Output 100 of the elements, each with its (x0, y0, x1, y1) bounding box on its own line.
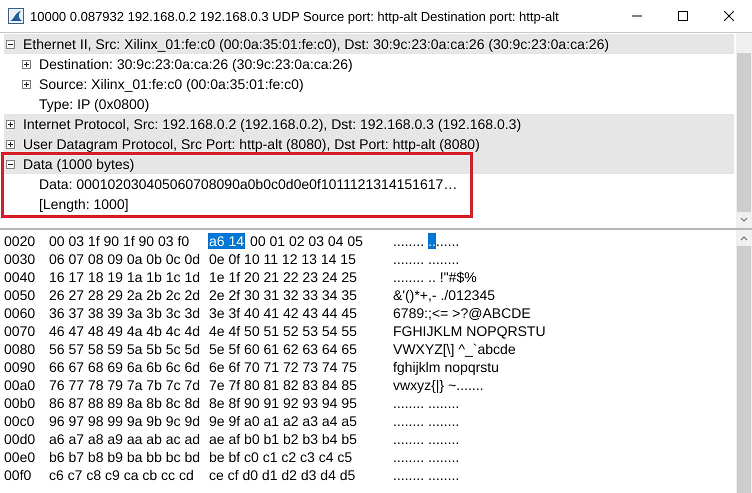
hex-bytes: 46 47 48 49 4a 4b 4c 4d (48, 323, 202, 339)
hex-bytes: 2e 2f 30 31 32 33 34 35 (208, 287, 358, 303)
offset-label: 0020 (4, 233, 36, 249)
collapse-icon[interactable] (6, 160, 15, 168)
tree-item[interactable]: Type: IP (0x0800) (4, 94, 734, 114)
ascii-text: .. (428, 233, 436, 249)
ascii-text: ........ (428, 449, 460, 465)
offset-label: 00a0 (4, 377, 36, 393)
hex-bytes: 36 37 38 39 3a 3b 3c 3d (48, 305, 202, 321)
tree-item-label: Type: IP (0x0800) (38, 96, 150, 112)
offset-label: 0090 (4, 359, 36, 375)
offset-label: 0060 (4, 305, 36, 321)
offset-label: 0040 (4, 269, 36, 285)
scrollbar-thumb[interactable] (737, 53, 751, 212)
hex-bytes: 00 01 02 03 04 05 (249, 233, 364, 249)
offset-label: 00b0 (4, 395, 36, 411)
tree-item-label: Data (1000 bytes) (22, 156, 134, 172)
ascii-text: ./012345 (440, 287, 496, 303)
hex-bytes: 3e 3f 40 41 42 43 44 45 (208, 305, 358, 321)
ascii-text: ........ (393, 449, 424, 465)
ascii-text: nopqrstu (444, 359, 499, 375)
tree-item-label: Data: 000102030405060708090a0b0c0d0e0f1011121314151617… (38, 176, 458, 192)
ascii-text: ...... (436, 233, 460, 249)
offset-label: 0030 (4, 251, 36, 267)
ascii-text: ........ (393, 233, 424, 249)
ascii-text: ........ (393, 395, 424, 411)
ascii-text: ........ (428, 251, 460, 267)
ascii-text: VWXYZ[\] (393, 341, 454, 357)
ascii-text: ........ (393, 431, 424, 447)
expand-icon[interactable] (22, 60, 31, 68)
hex-bytes: ce cf d0 d1 d2 d3 d4 d5 (208, 467, 356, 483)
ascii-text: ........ (393, 467, 424, 483)
ascii-text: 6789:;<= (393, 305, 448, 321)
offset-label: 00f0 (4, 467, 32, 483)
hex-bytes: 96 97 98 99 9a 9b 9c 9d (48, 413, 202, 429)
ascii-text: vwxyz{|} (393, 377, 444, 393)
tree-item-label: Ethernet II, Src: Xilinx_01:fe:c0 (00:0a:35:01:fe:c0), Dst: 30:9c:23:0a:ca:26 (30:9c:23:0a:ca:26) (22, 36, 610, 52)
offset-label: 00d0 (4, 431, 36, 447)
offset-label: 00e0 (4, 449, 36, 465)
collapse-icon[interactable] (6, 40, 15, 48)
tree-item[interactable]: Data: 000102030405060708090a0b0c0d0e0f1011121314151617… (4, 174, 734, 194)
ascii-text: ........ (428, 413, 460, 429)
hex-bytes: 5e 5f 60 61 62 63 64 65 (208, 341, 358, 357)
hex-bytes: 76 77 78 79 7a 7b 7c 7d (48, 377, 202, 393)
hex-bytes: ae af b0 b1 b2 b3 b4 b5 (208, 431, 358, 447)
hex-bytes: 9e 9f a0 a1 a2 a3 a4 a5 (208, 413, 358, 429)
ascii-text: ........ (428, 395, 460, 411)
ascii-text: ........ (393, 269, 424, 285)
hex-bytes: 26 27 28 29 2a 2b 2c 2d (48, 287, 202, 303)
ascii-text: FGHIJKLM (393, 323, 462, 339)
tree-item[interactable]: Ethernet II, Src: Xilinx_01:fe:c0 (00:0a:35:01:fe:c0), Dst: 30:9c:23:0a:ca:26 (30:9c:23:0a:ca:26) (4, 34, 734, 54)
tree-item-label: Source: Xilinx_01:fe:c0 (00:0a:35:01:fe:c0) (38, 76, 304, 92)
ascii-text: ~....... (448, 377, 484, 393)
scrollbar[interactable] (736, 33, 752, 228)
window-title: 10000 0.087932 192.168.0.2 192.168.0.3 UDP Source port: http-alt Destination port: http-alt (30, 8, 560, 24)
tree-item-label: [Length: 1000] (38, 196, 129, 212)
tree-item[interactable]: Internet Protocol, Src: 192.168.0.2 (192.168.0.2), Dst: 192.168.0.3 (192.168.0.3) (4, 114, 734, 134)
hex-bytes: 6e 6f 70 71 72 73 74 75 (208, 359, 358, 375)
ascii-text: ^_`abcde (458, 341, 516, 357)
ascii-text: fghijklm (393, 359, 440, 375)
expand-icon[interactable] (6, 120, 15, 128)
close-icon (724, 11, 734, 21)
ascii-text: .. !"#$% (428, 269, 477, 285)
hex-bytes: 06 07 08 09 0a 0b 0c 0d (48, 251, 202, 267)
scrollbar[interactable] (736, 230, 752, 493)
tree-item[interactable]: [Length: 1000] (4, 194, 734, 214)
hex-bytes: a6 14 (208, 233, 246, 249)
tree-item[interactable]: Source: Xilinx_01:fe:c0 (00:0a:35:01:fe:c0) (4, 74, 734, 94)
hex-bytes: 1e 1f 20 21 22 23 24 25 (208, 269, 358, 285)
ascii-text: ........ (428, 467, 460, 483)
offset-label: 0050 (4, 287, 36, 303)
expand-icon[interactable] (22, 80, 31, 88)
ascii-text: ........ (428, 431, 460, 447)
hex-bytes: 4e 4f 50 51 52 53 54 55 (208, 323, 358, 339)
tree-item[interactable]: User Datagram Protocol, Src Port: http-alt (8080), Dst Port: http-alt (8080) (4, 134, 734, 154)
hex-bytes: 0e 0f 10 11 12 13 14 15 (208, 251, 357, 267)
tree-item[interactable]: Destination: 30:9c:23:0a:ca:26 (30:9c:23:0a:ca:26) (4, 54, 734, 74)
maximize-icon (678, 11, 688, 21)
tree-item[interactable]: Data (1000 bytes) (4, 154, 734, 174)
scrollbar-thumb[interactable] (737, 246, 751, 493)
hex-bytes: 66 67 68 69 6a 6b 6c 6d (48, 359, 202, 375)
hex-bytes: 00 03 1f 90 1f 90 03 f0 (48, 233, 190, 249)
hex-bytes: 86 87 88 89 8a 8b 8c 8d (48, 395, 202, 411)
tree-item-label: Internet Protocol, Src: 192.168.0.2 (192.168.0.2), Dst: 192.168.0.3 (192.168.0.3) (22, 116, 522, 132)
hex-bytes: 56 57 58 59 5a 5b 5c 5d (48, 341, 202, 357)
ascii-text: NOPQRSTU (466, 323, 546, 339)
expand-icon[interactable] (6, 140, 15, 148)
offset-label: 0080 (4, 341, 36, 357)
ascii-text: >?@ABCDE (452, 305, 531, 321)
offset-label: 00c0 (4, 413, 36, 429)
ascii-text: ........ (393, 251, 424, 267)
tree-item-label: Destination: 30:9c:23:0a:ca:26 (30:9c:23:0a:ca:26) (38, 56, 353, 72)
tree-item-label: User Datagram Protocol, Src Port: http-alt (8080), Dst Port: http-alt (8080) (22, 136, 480, 152)
hex-bytes: a6 a7 a8 a9 aa ab ac ad (48, 431, 202, 447)
offset-label: 0070 (4, 323, 36, 339)
ascii-text: &'()*+,- (393, 287, 437, 303)
hex-bytes: 7e 7f 80 81 82 83 84 85 (208, 377, 358, 393)
hex-bytes: b6 b7 b8 b9 ba bb bc bd (48, 449, 202, 465)
fin-icon (8, 8, 24, 24)
hex-bytes: 16 17 18 19 1a 1b 1c 1d (48, 269, 202, 285)
